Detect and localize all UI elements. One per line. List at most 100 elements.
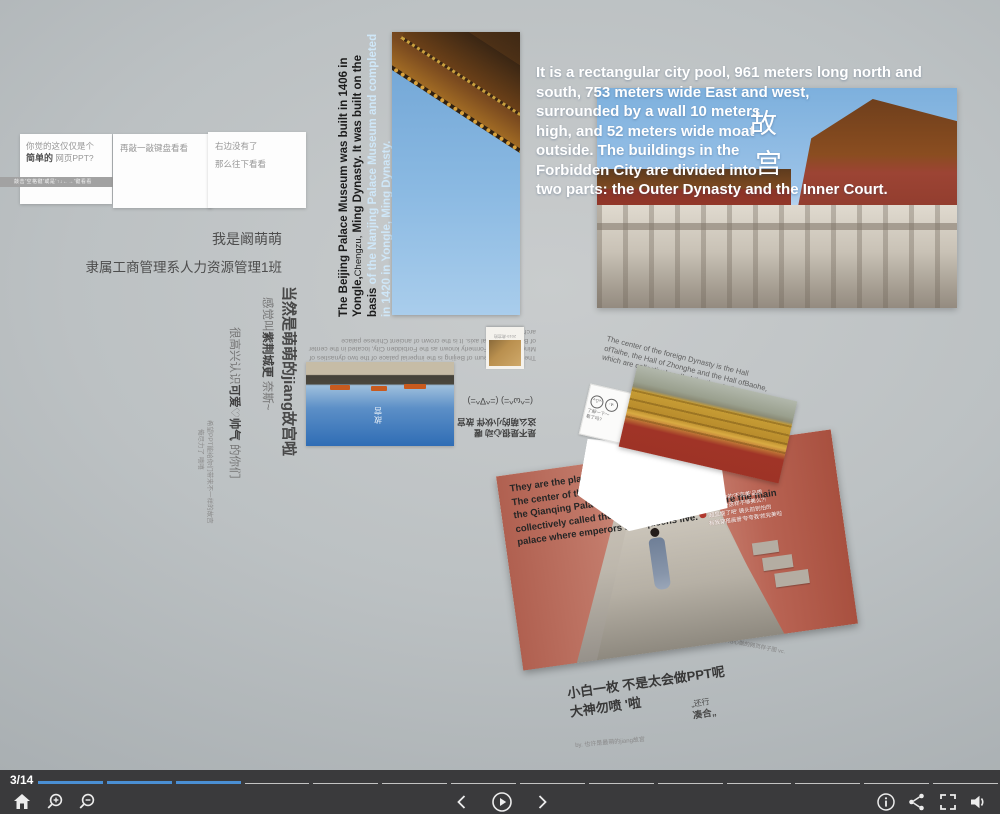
progress-segment-6[interactable] <box>382 783 447 785</box>
stone-steps <box>752 535 820 603</box>
hint-card-1-line1: 你觉的这仅仅是个 <box>26 140 106 152</box>
info-button[interactable] <box>874 790 898 814</box>
pool-line6: Forbidden City are divided into <box>536 161 922 181</box>
hint-card-3: 右边没有了 那么往下看看 <box>208 132 306 208</box>
play-icon <box>491 791 513 813</box>
fullscreen-icon <box>938 792 958 812</box>
pool-paragraph: It is a rectangular city pool, 961 meter… <box>536 63 922 200</box>
cn-column-5: 俺尽力了 嘻嘻 <box>197 429 207 470</box>
home-button[interactable] <box>10 790 34 814</box>
hint-card-1: 你觉的这仅仅是个 简单的 网页PPT? <box>20 134 112 204</box>
label-gong: 宫 <box>374 406 382 415</box>
progress-segment-1[interactable] <box>38 781 103 785</box>
volume-button[interactable] <box>966 790 990 814</box>
progress-segment-10[interactable] <box>658 783 723 785</box>
bottom-toolbar: 3/14 <box>0 770 1000 814</box>
chevron-right-icon <box>533 793 551 811</box>
flipped-cn-line1: 是不是很心动 喔 <box>452 427 536 438</box>
cn3a: 很高兴认识 <box>228 327 240 385</box>
cn3c: 帅气 <box>228 418 240 441</box>
stone-balustrade <box>597 205 957 308</box>
zoom-out-icon <box>77 792 97 812</box>
intro-name: 我是阚萌萌 <box>40 229 282 249</box>
polaroid-image <box>489 340 521 366</box>
zoom-out-button[interactable] <box>75 790 99 814</box>
hint-card-3-line1: 右边没有了 <box>215 140 299 152</box>
zoom-in-icon <box>45 792 65 812</box>
hint-card-2-line1: 再敲一敲键盘看看 <box>120 142 205 154</box>
cn-column-4: 希望PPT能给你们带来不一样的故宫 <box>206 420 216 524</box>
next-button[interactable] <box>530 790 554 814</box>
progress-segment-11[interactable] <box>727 783 792 785</box>
presentation-viewer: 你觉的这仅仅是个 简单的 网页PPT? 敲击'空格键'或是'↑↓←→'键看看 再… <box>0 0 1000 814</box>
hint-card-1-rest: 网页PPT? <box>53 153 94 163</box>
pool-line1: It is a rectangular city pool, 961 meter… <box>536 63 922 83</box>
pool-line3: surrounded by a wall 10 meters <box>536 102 922 122</box>
hint-strip: 敲击'空格键'或是'↑↓←→'键看看 <box>0 177 117 187</box>
pool-line7: two parts: the Outer Dynasty and the Inn… <box>536 180 922 200</box>
progress-segment-7[interactable] <box>451 783 516 785</box>
play-button[interactable] <box>490 790 514 814</box>
cn2c: 奈斯~ <box>261 378 273 411</box>
cn-column-3: 很高兴认识可爱♡帅气 的你们 <box>227 327 243 479</box>
boat-shape <box>371 386 387 391</box>
hint-card-3-line2: 那么往下看看 <box>215 158 299 170</box>
reflection-photo: 故 宫 <box>306 362 454 446</box>
hint-card-2: 再敲一敲键盘看看 <box>113 134 212 208</box>
history-line2a: Yongle, <box>352 276 364 317</box>
history-line2c: Ming Dynasty. It was built on the <box>352 55 364 236</box>
progress-segment-9[interactable] <box>589 783 654 785</box>
history-line1: The Beijing Palace Museum was built in 1… <box>338 58 350 317</box>
handwriting-note: „还行 凑合„ <box>690 695 717 722</box>
share-button[interactable] <box>905 790 929 814</box>
progress-segment-13[interactable] <box>864 783 929 785</box>
pool-line5: outside. The buildings in the <box>536 141 922 161</box>
heart-doodle-icon: ♡ <box>228 408 240 418</box>
polaroid-caption: 2019·故宫拍 <box>489 333 521 340</box>
progress-segment-5[interactable] <box>313 783 378 785</box>
share-icon <box>907 792 927 812</box>
zoom-in-button[interactable] <box>43 790 67 814</box>
progress-segment-4[interactable] <box>245 783 310 785</box>
intro-class: 隶属工商管理系人力资源管理1班 <box>40 256 282 276</box>
calligraphy-gong: 宫 <box>755 150 782 180</box>
history-text-rotated: The Beijing Palace Museum was built in 1… <box>337 34 394 317</box>
flipped-cn-line2: 这么萌的小伙伴 故宫 <box>452 416 536 427</box>
hand-line2: 凑合„ <box>692 707 717 723</box>
flipped-cn-notes: 是不是很心动 喔 这么萌的小伙伴 故宫 <box>452 416 536 438</box>
roof-corner-photo <box>392 32 520 315</box>
progress-segment-3[interactable] <box>176 781 241 785</box>
hint-card-1-bold: 简单的 <box>26 153 53 163</box>
cn-column-2: 感觉叫紫荆城更 奈斯~ <box>260 297 276 410</box>
flipped-kaomoji: (=^ω^=) (=^∇^=) <box>455 395 533 406</box>
history-line3a: basis <box>367 284 379 317</box>
history-line3b: of the Nanjing Palace Museum and complet… <box>367 34 379 285</box>
reflection-label: 故 宫 <box>374 406 382 424</box>
chevron-left-icon <box>453 793 471 811</box>
cn2b: 紫荆城更 <box>261 332 273 378</box>
progress-segment-14[interactable] <box>933 783 998 785</box>
pool-line2: south, 753 meters wide East and west, <box>536 83 922 103</box>
home-icon <box>12 792 32 812</box>
page-indicator: 3/14 <box>10 773 33 787</box>
progress-segment-8[interactable] <box>520 783 585 785</box>
progress-bar[interactable] <box>38 781 998 785</box>
polaroid-thumb: 2019·故宫拍 <box>486 327 524 369</box>
volume-icon <box>968 792 988 812</box>
calligraphy-gu: 故 <box>750 110 777 140</box>
boat-shape <box>330 385 350 390</box>
cn3b: 可爱 <box>228 385 240 408</box>
history-line2b: Chengzu, <box>353 236 364 277</box>
cn2a: 感觉叫 <box>261 297 273 332</box>
boat-shape <box>404 384 426 389</box>
previous-button[interactable] <box>450 790 474 814</box>
fullscreen-button[interactable] <box>936 790 960 814</box>
progress-segment-12[interactable] <box>795 783 860 785</box>
cn3d: 的你们 <box>228 441 240 479</box>
intro-block: 我是阚萌萌 隶属工商管理系人力资源管理1班 <box>40 229 282 276</box>
byline: by. 也许是最萌的jiang故宫 <box>575 734 645 749</box>
info-icon <box>876 792 896 812</box>
cn-column-main: 当然是萌萌的jiang故宫啦 <box>279 286 300 456</box>
pool-line4: high, and 52 meters wide moat <box>536 122 922 142</box>
progress-segment-2[interactable] <box>107 781 172 785</box>
